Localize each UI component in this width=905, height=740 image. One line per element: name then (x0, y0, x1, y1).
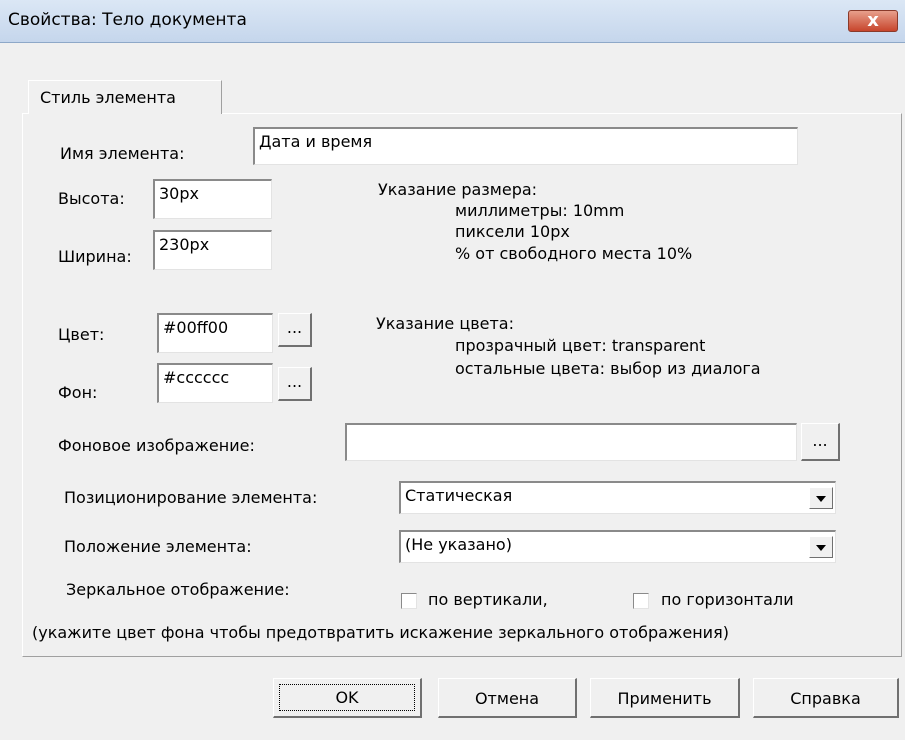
positioning-label: Позиционирование элемента: (64, 488, 318, 507)
mirror-label: Зеркальное отображение: (66, 580, 290, 599)
positioning-value: Статическая (405, 486, 513, 505)
color-label: Цвет: (58, 325, 105, 344)
size-hint-px: пиксели 10px (455, 222, 570, 241)
size-hint-percent: % от свободного места 10% (455, 244, 693, 263)
width-input[interactable]: 230px (153, 230, 272, 270)
element-name-input[interactable]: Дата и время (253, 127, 798, 165)
ok-button[interactable]: OK (273, 678, 422, 718)
background-image-browse-button[interactable]: ... (801, 423, 840, 461)
title-bar: Свойства: Тело документа x (0, 0, 905, 43)
element-name-label: Имя элемента: (60, 144, 185, 163)
width-label: Ширина: (58, 247, 132, 266)
chevron-down-icon[interactable] (809, 536, 833, 558)
close-icon: x (867, 10, 879, 31)
tab-label: Стиль элемента (40, 88, 176, 107)
mirror-vertical-checkbox[interactable] (401, 593, 417, 609)
background-label: Фон: (58, 383, 98, 402)
mirror-horizontal-checkbox[interactable] (633, 593, 649, 609)
size-hint-mm: миллиметры: 10mm (455, 201, 625, 220)
mirror-horizontal-label: по горизонтали (661, 590, 794, 609)
help-label: Справка (790, 689, 861, 708)
window-title: Свойства: Тело документа (8, 10, 247, 30)
color-hint-transparent: прозрачный цвет: transparent (455, 336, 706, 355)
mirror-note: (укажите цвет фона чтобы предотвратить и… (32, 623, 729, 642)
width-value: 230px (159, 235, 210, 254)
close-button[interactable]: x (848, 10, 898, 32)
positioning-select[interactable]: Статическая (399, 481, 836, 514)
color-hint-heading: Указание цвета: (376, 314, 514, 333)
placement-select[interactable]: (Не указано) (399, 530, 836, 563)
tab-element-style[interactable]: Стиль элемента (28, 80, 222, 114)
size-hint-heading: Указание размера: (378, 180, 538, 199)
color-value: #00ff00 (163, 318, 229, 337)
placement-value: (Не указано) (405, 535, 512, 554)
apply-button[interactable]: Применить (590, 678, 740, 718)
background-browse-button[interactable]: ... (278, 367, 312, 401)
cancel-label: Отмена (474, 689, 540, 708)
height-value: 30px (159, 184, 199, 203)
chevron-down-icon[interactable] (809, 487, 833, 509)
placement-label: Положение элемента: (64, 537, 252, 556)
ok-label: OK (335, 688, 359, 707)
height-input[interactable]: 30px (153, 179, 272, 219)
background-image-input[interactable] (345, 423, 797, 461)
ellipsis-icon: ... (286, 318, 303, 337)
color-input[interactable]: #00ff00 (157, 313, 273, 353)
cancel-button[interactable]: Отмена (438, 678, 577, 718)
ellipsis-icon: ... (286, 372, 303, 391)
apply-label: Применить (617, 689, 712, 708)
background-image-label: Фоновое изображение: (58, 436, 255, 455)
color-browse-button[interactable]: ... (278, 313, 312, 347)
color-hint-dialog: остальные цвета: выбор из диалога (455, 359, 761, 378)
ellipsis-icon: ... (812, 431, 828, 450)
background-value: #cccccc (163, 368, 230, 387)
mirror-vertical-label: по вертикали, (428, 590, 548, 609)
height-label: Высота: (58, 189, 125, 208)
element-name-value: Дата и время (259, 132, 373, 151)
background-input[interactable]: #cccccc (157, 363, 273, 403)
help-button[interactable]: Справка (753, 678, 899, 718)
